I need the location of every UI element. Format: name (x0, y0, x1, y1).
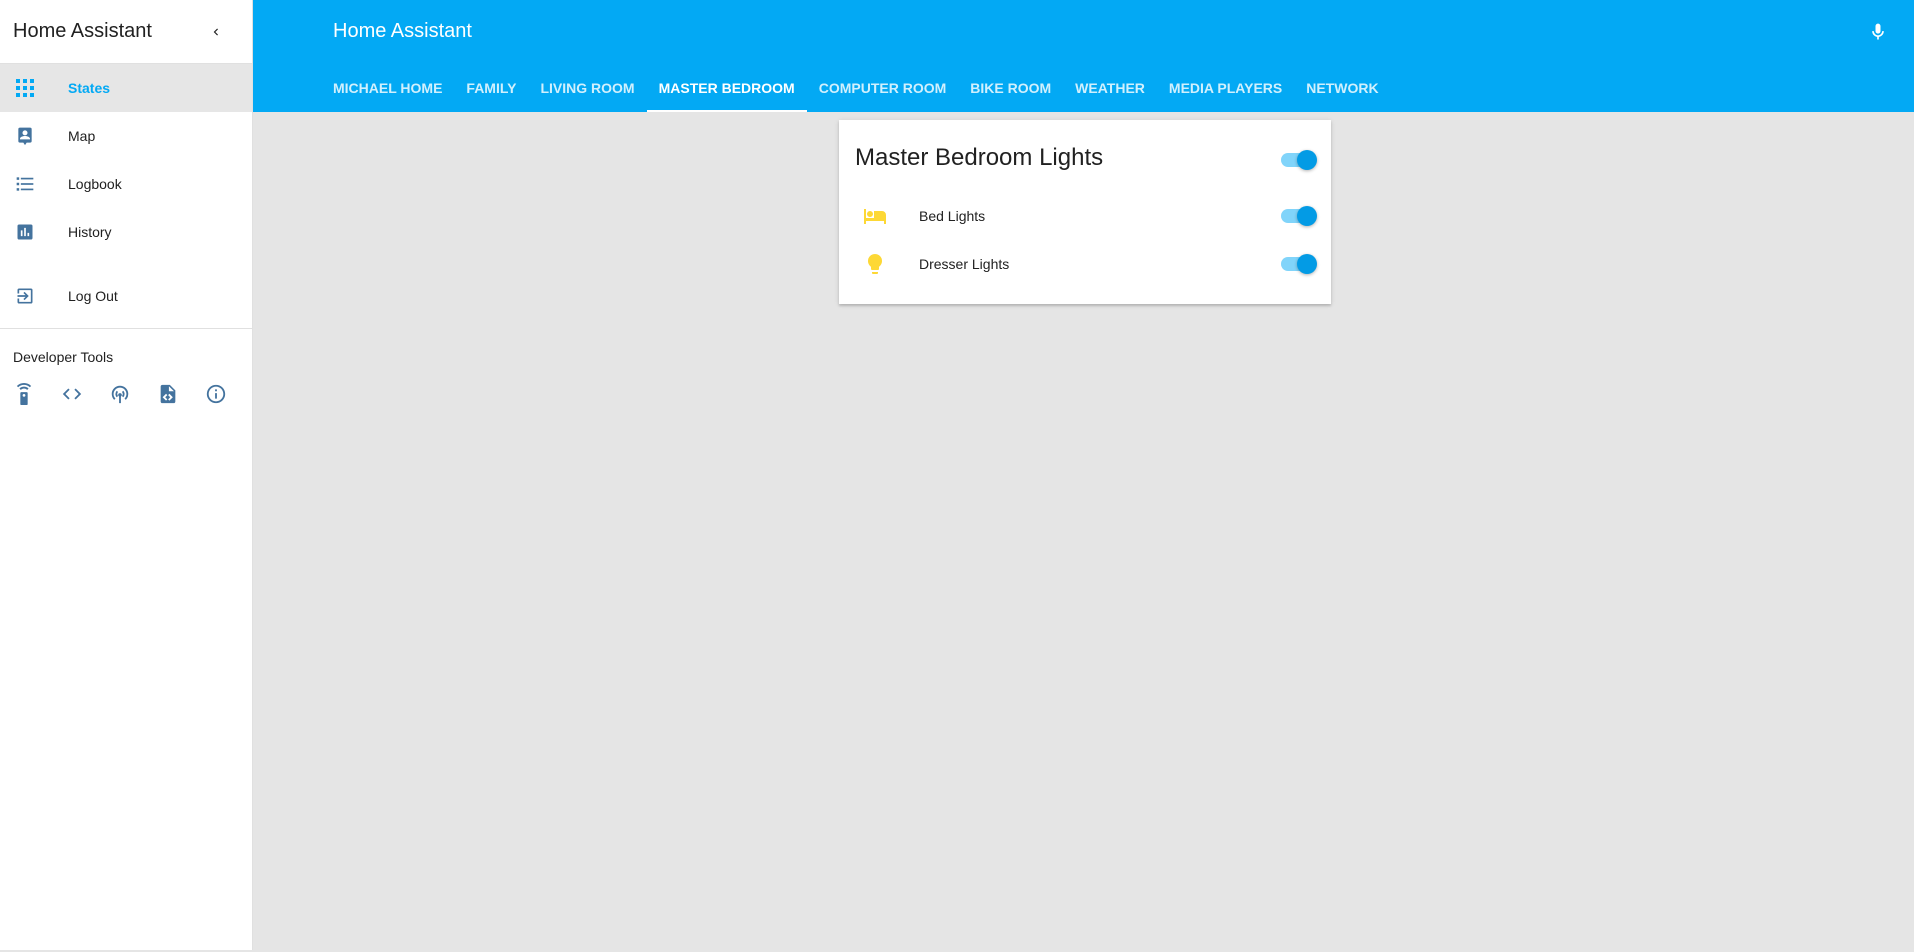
group-toggle[interactable] (1279, 150, 1317, 170)
tab-family[interactable]: FAMILY (454, 64, 528, 112)
card-title: Master Bedroom Lights (855, 144, 1104, 171)
poll-box-icon (13, 220, 37, 244)
tab-network[interactable]: NETWORK (1294, 64, 1390, 112)
entity-name: Bed Lights (919, 208, 986, 224)
tab-living-room[interactable]: LIVING ROOM (528, 64, 646, 112)
lightbulb-icon[interactable] (863, 252, 887, 276)
bed-lights-toggle[interactable] (1279, 206, 1317, 226)
group-card: Master Bedroom Lights Bed Lights Dresser… (839, 120, 1331, 304)
sidebar-item-map[interactable]: Map (0, 112, 252, 160)
sidebar-item-logout[interactable]: Log Out (0, 272, 252, 320)
toggle-knob (1297, 254, 1317, 274)
tab-bike-room[interactable]: BIKE ROOM (958, 64, 1063, 112)
microphone-icon[interactable] (1866, 20, 1890, 44)
toggle-knob (1297, 150, 1317, 170)
dresser-lights-toggle[interactable] (1279, 254, 1317, 274)
entity-row: Dresser Lights (839, 244, 1331, 284)
tab-computer-room[interactable]: COMPUTER ROOM (807, 64, 959, 112)
sidebar-header: Home Assistant (0, 0, 252, 64)
developer-tools-label: Developer Tools (13, 349, 114, 365)
developer-tools-row (0, 381, 252, 407)
entity-row: Bed Lights (839, 196, 1331, 236)
sidebar-item-history[interactable]: History (0, 208, 252, 256)
sidebar: Home Assistant States Map Logbook Histor… (0, 0, 253, 950)
information-outline-icon[interactable] (204, 381, 228, 407)
format-list-bulleted-icon (13, 172, 37, 196)
hotel-bed-icon[interactable] (863, 204, 887, 228)
sidebar-item-label: History (68, 224, 112, 240)
apps-grid-icon (13, 76, 37, 100)
tab-weather[interactable]: WEATHER (1063, 64, 1157, 112)
sidebar-item-label: Logbook (68, 176, 122, 192)
file-xml-icon[interactable] (156, 381, 180, 407)
sidebar-title: Home Assistant (13, 20, 152, 42)
tab-michael-home[interactable]: MICHAEL HOME (321, 64, 454, 112)
chevron-left-icon[interactable] (204, 20, 228, 44)
sidebar-nav: States Map Logbook History Log Out (0, 64, 252, 320)
toggle-knob (1297, 206, 1317, 226)
sidebar-item-logbook[interactable]: Logbook (0, 160, 252, 208)
remote-icon[interactable] (12, 381, 36, 407)
view-tabs: MICHAEL HOME FAMILY LIVING ROOM MASTER B… (321, 64, 1391, 112)
page-title: Home Assistant (333, 20, 472, 42)
code-tags-icon[interactable] (60, 381, 84, 407)
sidebar-item-states[interactable]: States (0, 64, 252, 112)
exit-to-app-icon (13, 284, 37, 308)
entity-name: Dresser Lights (919, 256, 1010, 272)
app-toolbar: Home Assistant MICHAEL HOME FAMILY LIVIN… (253, 0, 1914, 112)
tab-master-bedroom[interactable]: MASTER BEDROOM (646, 64, 807, 112)
access-point-icon[interactable] (108, 381, 132, 407)
sidebar-item-label: Log Out (68, 288, 118, 304)
account-location-icon (13, 124, 37, 148)
sidebar-item-label: States (68, 80, 111, 96)
sidebar-item-label: Map (68, 128, 96, 144)
tab-media-players[interactable]: MEDIA PLAYERS (1157, 64, 1294, 112)
